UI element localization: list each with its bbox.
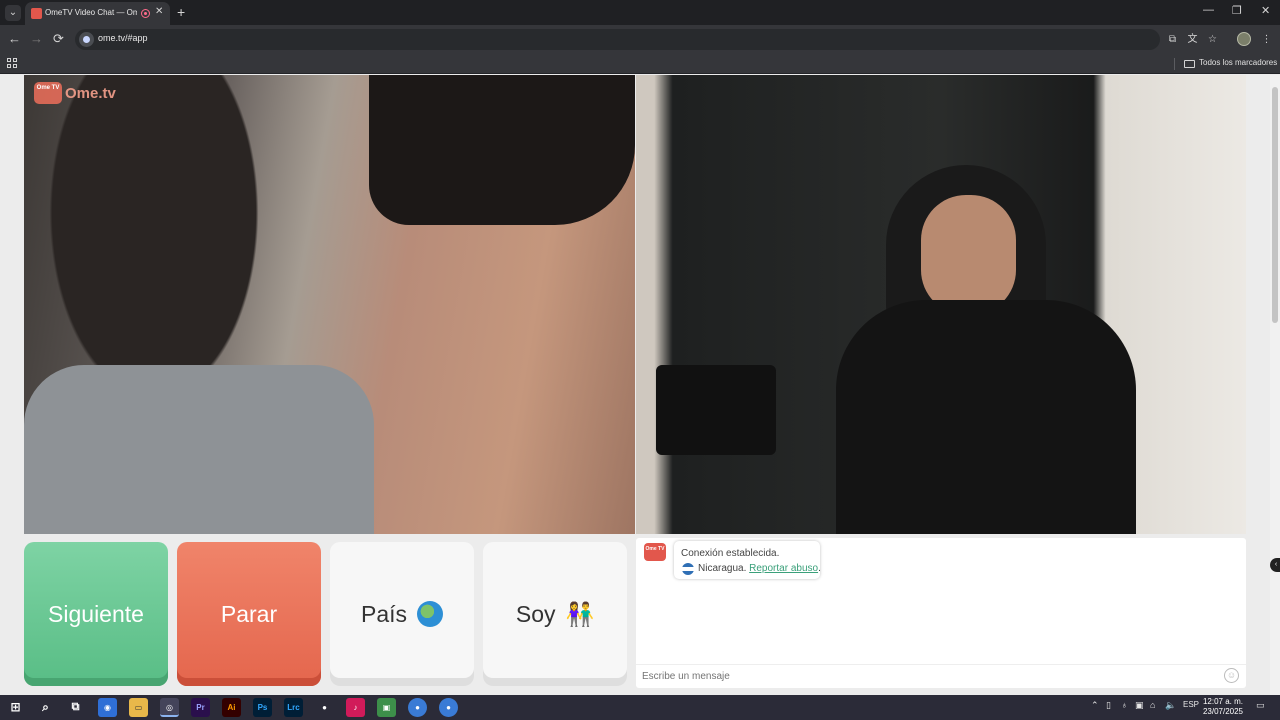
- country-line: Nicaragua. Reportar abuso.: [698, 563, 821, 574]
- logo-badge: Ome TV: [34, 82, 62, 104]
- side-panel-toggle-icon[interactable]: ‹: [1270, 558, 1280, 572]
- site-info-icon[interactable]: [79, 32, 94, 47]
- tab-title: OmeTV Video Chat — Ome: [45, 8, 137, 17]
- notifications-icon[interactable]: ▭: [1256, 700, 1265, 711]
- globe-icon: [417, 601, 444, 627]
- illustrator-icon[interactable]: Ai: [222, 698, 241, 717]
- tab-close-icon[interactable]: ✕: [155, 6, 163, 17]
- chrome-icon[interactable]: ◎: [160, 698, 179, 717]
- menu-kebab-icon[interactable]: ⋮: [1260, 33, 1273, 46]
- country-button-label: País: [360, 600, 408, 627]
- next-button-label: Siguiente: [48, 600, 144, 627]
- url-text: ome.tv/#app: [98, 33, 148, 43]
- folder-icon[interactable]: [1184, 60, 1195, 68]
- gender-button-label: Soy: [515, 600, 556, 627]
- bookmark-star-icon[interactable]: ☆: [1206, 33, 1219, 46]
- video-chair: [656, 365, 776, 455]
- logo-text: Ome.tv: [65, 84, 116, 102]
- tray-app-icon[interactable]: ▣: [1135, 700, 1144, 711]
- tiktok-icon[interactable]: ♪: [346, 698, 365, 717]
- stop-button-label: Parar: [220, 600, 278, 627]
- ometv-logo: Ome TV Ome.tv: [34, 82, 116, 104]
- country-name: Nicaragua.: [698, 563, 747, 574]
- network-icon[interactable]: ⌂: [1150, 700, 1155, 710]
- obs-icon[interactable]: ●: [315, 698, 334, 717]
- chat-divider: [636, 664, 1246, 665]
- task-view-icon[interactable]: ⧉: [66, 698, 85, 717]
- bookmarks-bar: Todos los marcadores: [0, 54, 1280, 74]
- tray-chevron-icon[interactable]: ⌃: [1091, 700, 1099, 711]
- video-body: [836, 300, 1136, 534]
- report-abuse-link[interactable]: Reportar abuso: [749, 563, 818, 574]
- forward-button[interactable]: →: [30, 31, 43, 46]
- profile-avatar[interactable]: [1237, 32, 1251, 46]
- app-icon-blue[interactable]: ◉: [98, 698, 117, 717]
- clock-time: 12:07 a. m.: [1202, 697, 1244, 706]
- tray-device-icon[interactable]: ▯: [1106, 700, 1111, 711]
- all-bookmarks-link[interactable]: Todos los marcadores: [1199, 58, 1277, 67]
- couple-icon: 👫: [565, 600, 595, 627]
- close-window-button[interactable]: ✕: [1261, 4, 1270, 17]
- translate-icon[interactable]: 文: [1186, 33, 1199, 46]
- premiere-icon[interactable]: Pr: [191, 698, 210, 717]
- taskbar-clock[interactable]: 12:07 a. m. 23/07/2025: [1202, 697, 1244, 717]
- app-icon-green[interactable]: ▣: [377, 698, 396, 717]
- volume-icon[interactable]: 🔈: [1165, 700, 1176, 711]
- scroll-thumb[interactable]: [1272, 87, 1278, 323]
- install-app-icon[interactable]: ⧉: [1166, 33, 1179, 46]
- tab-ometv[interactable]: OmeTV Video Chat — Ome ✕: [25, 2, 170, 25]
- reload-button[interactable]: ⟳: [53, 31, 64, 47]
- page-scrollbar[interactable]: [1270, 75, 1280, 695]
- address-bar[interactable]: ome.tv/#app: [75, 29, 1160, 50]
- emoji-icon[interactable]: ☺: [1224, 668, 1239, 683]
- nicaragua-flag-icon: [682, 563, 694, 575]
- minimize-button[interactable]: —: [1203, 4, 1214, 16]
- tab-strip: ⌄ OmeTV Video Chat — Ome ✕ + — ❐ ✕: [0, 0, 1280, 25]
- message-input[interactable]: [642, 669, 1212, 683]
- connection-message: Conexión establecida.: [681, 548, 780, 559]
- windows-taskbar: ⊞ ⌕ ⧉ ◉ ▭ ◎ Pr Ai Ps Lrc ● ♪ ▣ ● ● ⌃ ▯ ♁…: [0, 695, 1280, 720]
- system-message: Conexión establecida. Nicaragua. Reporta…: [674, 541, 821, 579]
- report-suffix: .: [818, 563, 821, 574]
- video-clothing: [24, 365, 374, 534]
- stop-button[interactable]: Parar: [177, 542, 321, 686]
- search-icon[interactable]: ⌕: [36, 698, 55, 717]
- apps-grid-icon[interactable]: [7, 58, 17, 68]
- photoshop-icon[interactable]: Ps: [253, 698, 272, 717]
- back-button[interactable]: ←: [8, 31, 21, 46]
- tab-search-icon[interactable]: ⌄: [5, 5, 21, 21]
- browser-toolbar: ← → ⟳ ome.tv/#app ⧉ 文 ☆ ⋮: [0, 25, 1280, 54]
- clock-date: 23/07/2025: [1202, 707, 1244, 716]
- chat-ometv-logo: Ome TV: [644, 543, 666, 561]
- new-tab-button[interactable]: +: [177, 4, 185, 20]
- maximize-button[interactable]: ❐: [1232, 4, 1242, 17]
- chat-panel: Ome TV Conexión establecida. Nicaragua. …: [636, 538, 1246, 688]
- recording-indicator-icon: [141, 9, 150, 18]
- start-windows-icon[interactable]: ⊞: [6, 698, 25, 717]
- video-face: [921, 195, 1016, 315]
- ometv-favicon-icon: [31, 8, 42, 19]
- app-icon-round-blue-2[interactable]: ●: [439, 698, 458, 717]
- self-video: [636, 75, 1246, 534]
- country-button[interactable]: País: [330, 542, 474, 686]
- gender-button[interactable]: Soy 👫: [483, 542, 627, 686]
- file-explorer-icon[interactable]: ▭: [129, 698, 148, 717]
- next-button[interactable]: Siguiente: [24, 542, 168, 686]
- lightroom-icon[interactable]: Lrc: [284, 698, 303, 717]
- language-indicator[interactable]: ESP: [1183, 700, 1199, 709]
- bookmarks-separator: [1174, 58, 1175, 70]
- app-icon-round-blue[interactable]: ●: [408, 698, 427, 717]
- stranger-video: [24, 75, 635, 534]
- microphone-icon[interactable]: ♁: [1121, 700, 1128, 710]
- video-hair-right: [369, 75, 635, 225]
